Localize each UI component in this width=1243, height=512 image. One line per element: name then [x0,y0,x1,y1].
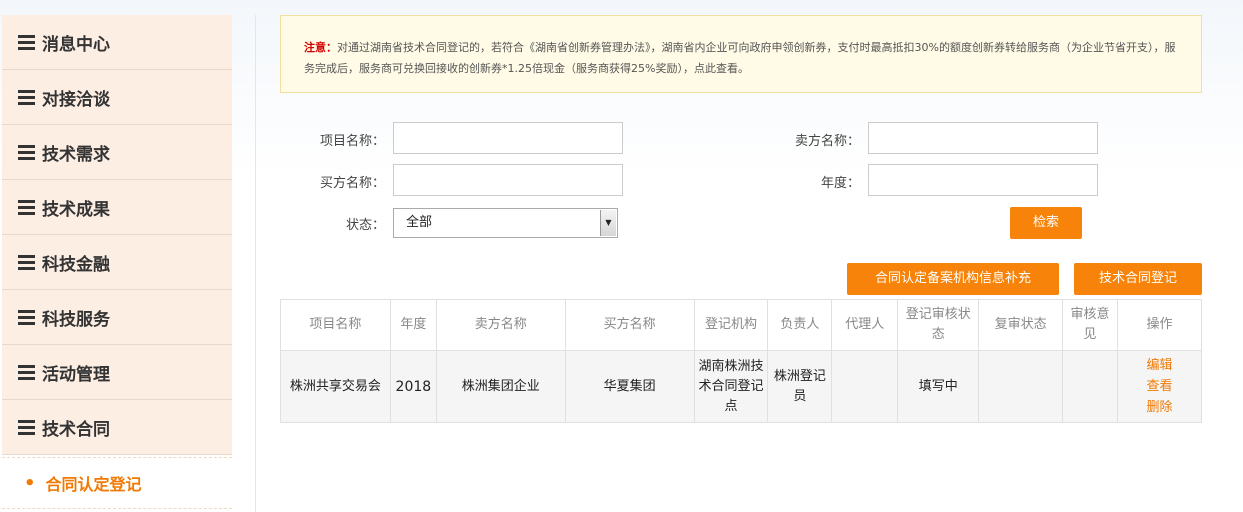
cell-project-name: 株洲共享交易会 [280,350,391,423]
status-select[interactable]: 全部 ▼ [393,208,618,238]
sidebar-item-tech-services[interactable]: 科技服务 [2,290,232,345]
cell-review-status [978,350,1064,423]
column-header: 卖方名称 [435,299,566,351]
search-button[interactable]: 检索 [1010,207,1082,239]
edit-link[interactable]: 编辑 [1121,355,1198,376]
cell-buyer-name: 华夏集团 [564,350,695,423]
cell-registration-agency: 湖南株洲技术合同登记点 [693,350,769,423]
sidebar-item-activities[interactable]: 活动管理 [2,345,232,400]
cell-owner: 株洲登记员 [767,350,833,423]
table-row: 株洲共享交易会 2018 株洲集团企业 华夏集团 湖南株洲技术合同登记点 株洲登… [280,350,1203,423]
notice-text: 对通过湖南省技术合同登记的，若符合《湖南省创新券管理办法》，湖南省内企业可向政府… [304,41,1176,75]
sidebar-item-messages[interactable]: 消息中心 [2,15,232,70]
cell-seller-name: 株洲集团企业 [435,350,566,423]
column-header: 审核意见 [1062,299,1118,351]
sidebar-item-label: 对接洽谈 [42,89,110,110]
menu-icon [18,200,35,215]
sidebar-item-label: 科技服务 [42,309,110,330]
cell-year: 2018 [389,350,437,423]
menu-icon [18,90,35,105]
cell-agent [831,350,899,423]
table-header-row: 项目名称 年度 卖方名称 买方名称 登记机构 负责人 代理人 登记审核状态 复审… [280,299,1203,351]
column-header: 操作 [1116,299,1203,351]
column-header: 买方名称 [564,299,695,351]
sidebar-item-label: 技术需求 [42,144,110,165]
menu-icon [18,255,35,270]
menu-icon [18,365,35,380]
cell-opinion [1062,350,1118,423]
sidebar-subitem-contract-registration[interactable]: • 合同认定登记 [2,457,232,509]
menu-icon [18,145,35,160]
column-header: 复审状态 [978,299,1064,351]
sidebar-item-tech-demand[interactable]: 技术需求 [2,125,232,180]
cell-operations: 编辑 查看 删除 [1116,350,1203,423]
sidebar-subitem-label: 合同认定登记 [45,475,142,494]
sidebar-item-tech-contracts[interactable]: 技术合同 [2,400,232,455]
menu-icon [18,420,35,435]
menu-icon [18,35,35,50]
project-name-label: 项目名称： [319,134,385,149]
sidebar-item-label: 技术成果 [42,199,110,220]
menu-icon [18,310,35,325]
sidebar-divider [255,15,256,512]
column-header: 登记审核状态 [897,299,980,351]
column-header: 负责人 [767,299,833,351]
sidebar-item-label: 活动管理 [42,364,110,385]
seller-name-input[interactable] [868,122,1098,154]
dropdown-arrow-icon[interactable]: ▼ [600,210,616,236]
sidebar: 消息中心 对接洽谈 技术需求 技术成果 科技金融 科技服务 活动管理 技术合同 … [2,15,232,512]
year-label: 年度： [820,176,860,191]
sidebar-item-label: 消息中心 [42,34,110,55]
status-label: 状态： [345,218,385,233]
sidebar-item-tech-finance[interactable]: 科技金融 [2,235,232,290]
column-header: 项目名称 [280,299,391,351]
column-header: 登记机构 [693,299,769,351]
sidebar-item-label: 技术合同 [42,419,110,440]
view-link[interactable]: 查看 [1121,376,1198,397]
sidebar-item-tech-results[interactable]: 技术成果 [2,180,232,235]
delete-link[interactable]: 删除 [1121,397,1198,418]
notice-prefix: 注意： [304,41,337,54]
sidebar-item-negotiation[interactable]: 对接洽谈 [2,70,232,125]
buyer-name-input[interactable] [393,164,623,196]
seller-name-label: 卖方名称： [794,134,860,149]
year-input[interactable] [868,164,1098,196]
project-name-input[interactable] [393,122,623,154]
sidebar-item-label: 科技金融 [42,254,110,275]
column-header: 年度 [389,299,437,351]
supplement-agency-info-button[interactable]: 合同认定备案机构信息补充 [847,263,1059,295]
cell-audit-status: 填写中 [897,350,980,423]
bullet-icon: • [24,472,36,494]
column-header: 代理人 [831,299,899,351]
contracts-table: 项目名称 年度 卖方名称 买方名称 登记机构 负责人 代理人 登记审核状态 复审… [280,299,1203,423]
tech-contract-register-button[interactable]: 技术合同登记 [1074,263,1202,295]
notice-box[interactable]: 注意：对通过湖南省技术合同登记的，若符合《湖南省创新券管理办法》，湖南省内企业可… [280,15,1202,93]
status-select-value: 全部 [406,215,433,230]
buyer-name-label: 买方名称： [319,176,385,191]
